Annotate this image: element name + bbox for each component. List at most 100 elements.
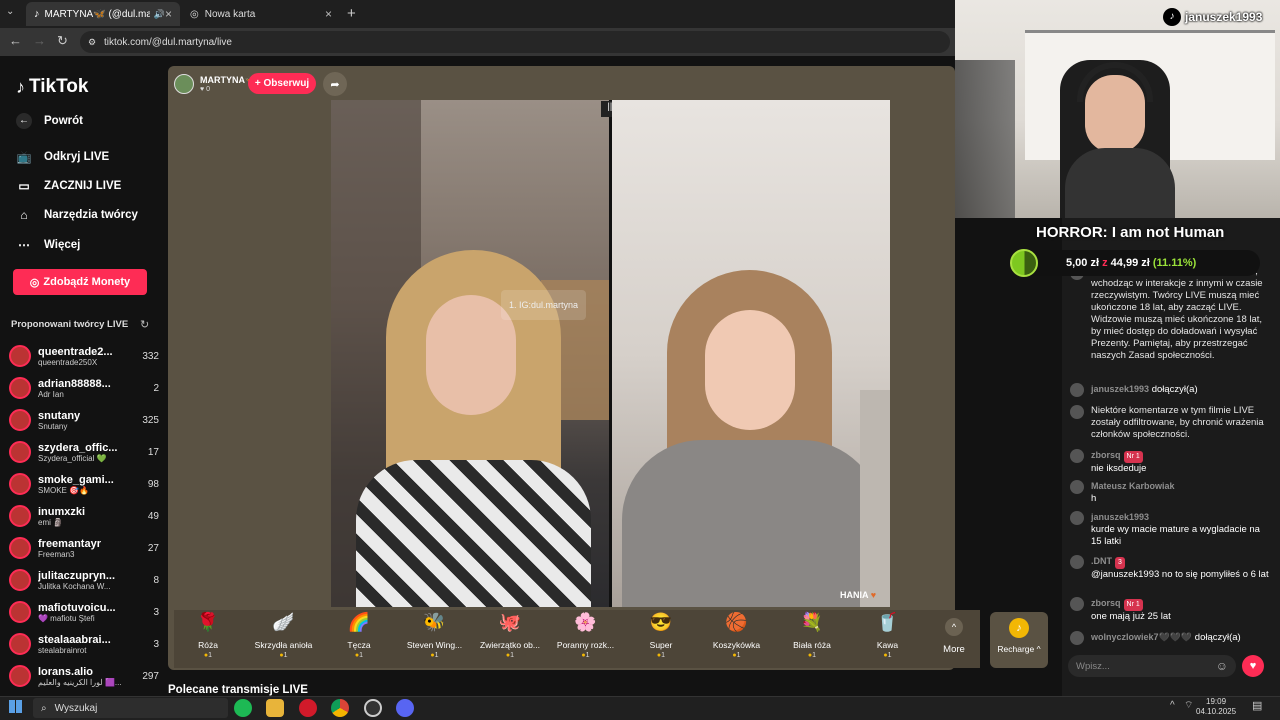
chat-username: wolnyczlowiek7🖤🖤🖤 (1091, 632, 1193, 642)
chat-message[interactable]: Niektóre komentarze w tym filmie LIVE zo… (1070, 405, 1270, 441)
close-tab-icon[interactable]: × (165, 7, 172, 21)
creator-handle: stealabrainrot (38, 645, 87, 655)
share-icon[interactable]: ➦ (323, 72, 347, 96)
gift-price: 1 (661, 652, 666, 659)
chat-avatar (1070, 405, 1084, 419)
gift-name: Koszykówka (712, 640, 761, 650)
gift-more-button[interactable]: ^ More (938, 618, 970, 655)
close-tab-icon[interactable]: × (325, 7, 332, 21)
tab-new[interactable]: ◎ Nowa karta × (182, 2, 340, 26)
chat-message[interactable]: januszek1993 kurde wy macie mature a wygl… (1070, 511, 1270, 548)
creator-item[interactable]: lorans.alio لورا الكرينيه والعليم 🟪... 297 (9, 660, 159, 692)
creator-item[interactable]: stealaaabrai... stealabrainrot 3 (9, 628, 159, 660)
recharge-button[interactable]: ♪ Recharge ^ (990, 612, 1048, 668)
video-guest[interactable]: HANIA ♥ (612, 100, 890, 607)
creator-item[interactable]: mafiotuvoicu... 💜 mafiotu Ştefi 3 (9, 596, 159, 628)
back-arrow-icon[interactable]: ← (9, 33, 22, 48)
chat-message[interactable]: januszek1993 dołączył(a) (1070, 383, 1270, 397)
refresh-icon[interactable]: ↻ (140, 318, 149, 331)
gift-item[interactable]: 🌈 Tęcza ●1 (323, 612, 395, 659)
gift-item[interactable]: 🐙 Zwierzątko ob... ●1 (474, 612, 546, 659)
clock[interactable]: 19:09 04.10.2025 (1196, 697, 1236, 717)
new-tab-button[interactable]: + (347, 5, 356, 22)
tray-chevron-icon[interactable]: ^ (1170, 700, 1175, 711)
chat-message[interactable]: zborsq Nr 1 nie iksdeduje (1070, 449, 1270, 475)
chat-avatar (1070, 383, 1084, 397)
taskbar-search[interactable]: ⌕ Wyszukaj (33, 698, 228, 718)
gift-item[interactable]: 🐝 Steven Wing... ●1 (399, 612, 471, 659)
nav-start-live[interactable]: ▭ ZACZNIJ LIVE (16, 179, 121, 193)
chat-message[interactable]: wolnyczlowiek7🖤🖤🖤 dołączył(a) (1070, 631, 1270, 645)
gift-item[interactable]: 🥤 Kawa ●1 (852, 612, 924, 659)
gift-price: 1 (887, 652, 892, 659)
forward-arrow-icon[interactable]: → (33, 33, 46, 48)
discord-icon[interactable] (396, 699, 414, 717)
notifications-icon[interactable]: ▤ (1252, 699, 1262, 712)
wifi-icon[interactable]: ⌔ (1184, 699, 1193, 712)
gift-price: 1 (812, 652, 817, 659)
creator-item[interactable]: julitaczupryn... Julitka Kochana W... 8 (9, 564, 159, 596)
creator-viewers: 3 (153, 638, 159, 650)
nav-discover-live[interactable]: 📺 Odkryj LIVE (16, 150, 110, 164)
creator-viewers: 17 (147, 446, 159, 458)
send-heart-button[interactable]: ♥ (1242, 655, 1264, 677)
host-info[interactable]: MARTYNA🦋 ♥ 0 (174, 72, 256, 96)
creator-name: queentrade2... (38, 345, 113, 358)
tab-label: Nowa karta (204, 8, 256, 20)
nav-more[interactable]: ⋯ Więcej (16, 238, 80, 252)
chat-text: @januszek1993 no to się pomyliłeś o 6 la… (1091, 569, 1269, 580)
gift-item[interactable]: 🌹 Róża ●1 (172, 612, 244, 659)
chat-badge: Nr 1 (1123, 599, 1143, 611)
emoji-icon[interactable]: ☺ (1216, 659, 1228, 673)
chat-input[interactable]: Wpisz... ☺ (1068, 655, 1236, 677)
person-face (705, 310, 795, 430)
gift-item[interactable]: 🪽 Skrzydła anioła ●1 (248, 612, 320, 659)
reload-icon[interactable]: ↻ (57, 33, 68, 49)
gift-item[interactable]: 😎 Super ●1 (625, 612, 697, 659)
video-host[interactable]: 1. IG:dul.martyna (331, 100, 610, 607)
tiktok-logo[interactable]: ♪ TikTok (16, 76, 88, 98)
nav-creator-tools[interactable]: ⌂ Narzędzia twórcy (16, 208, 138, 222)
host-avatar[interactable] (174, 74, 194, 94)
nav-label: ZACZNIJ LIVE (44, 180, 122, 192)
get-coins-button[interactable]: ◎ Zdobądź Monety (13, 269, 147, 295)
url-input[interactable]: ⚙ tiktok.com/@dul.martyna/live (80, 31, 950, 53)
chat-message[interactable]: Witamy w TikTok LIVE! Baw się dobrze, wc… (1070, 266, 1270, 362)
windows-start-icon[interactable] (9, 700, 22, 713)
gift-price: 1 (208, 652, 213, 659)
chat-avatar (1070, 597, 1084, 611)
nav-label: Więcej (44, 239, 81, 251)
chrome-icon[interactable] (331, 699, 349, 717)
creator-viewers: 332 (142, 350, 159, 362)
overlay-game-title: HORROR: I am not Human (1036, 224, 1225, 241)
chat-message[interactable]: Mateusz Karbowiak h (1070, 480, 1270, 505)
speaker-icon[interactable]: 🔊 (154, 9, 165, 20)
file-explorer-icon[interactable] (266, 699, 284, 717)
chat-text: h (1091, 493, 1097, 504)
creator-item[interactable]: queentrade2... queentrade250X 332 (9, 340, 159, 372)
creator-viewers: 8 (153, 574, 159, 586)
creator-item[interactable]: inumxzki emi 🗿 49 (9, 500, 159, 532)
creator-item[interactable]: adrian88888... Adr Ian 2 (9, 372, 159, 404)
gift-item[interactable]: 🏀 Koszykówka ●1 (701, 612, 773, 659)
chat-username: zborsq (1091, 450, 1121, 460)
tab-search-button[interactable]: ⌄ (6, 6, 22, 22)
tab-tiktok[interactable]: ♪ MARTYNA🦋 (@dul.martyna... 🔊 × (26, 2, 180, 26)
creator-item[interactable]: snutany Snutany 325 (9, 404, 159, 436)
site-info-icon[interactable]: ⚙ (88, 37, 96, 48)
chat-text: dołączył(a) (1194, 632, 1241, 643)
heart-icon: ♥ (870, 590, 877, 600)
follow-button[interactable]: + Obserwuj (248, 73, 316, 94)
gift-item[interactable]: 🌸 Poranny rozk... ●1 (550, 612, 622, 659)
opera-icon[interactable] (299, 699, 317, 717)
chat-message[interactable]: .DNT 3 @januszek1993 no to się pomyliłeś o… (1070, 555, 1270, 581)
gift-item[interactable]: 💐 Biała róża ●1 (776, 612, 848, 659)
creator-item[interactable]: freemantayr Freeman3 27 (9, 532, 159, 564)
creator-item[interactable]: szydera_offic... Szydera_official 💚 17 (9, 436, 159, 468)
chat-message[interactable]: zborsq Nr 1 one mają już 25 lat (1070, 597, 1270, 623)
back-button[interactable]: ← Powrót (16, 113, 83, 129)
spotify-icon[interactable] (234, 699, 252, 717)
obs-icon[interactable] (364, 699, 382, 717)
recharge-label: Recharge ^ (997, 644, 1041, 654)
creator-item[interactable]: smoke_gami... SMOKE 🎯🔥 98 (9, 468, 159, 500)
